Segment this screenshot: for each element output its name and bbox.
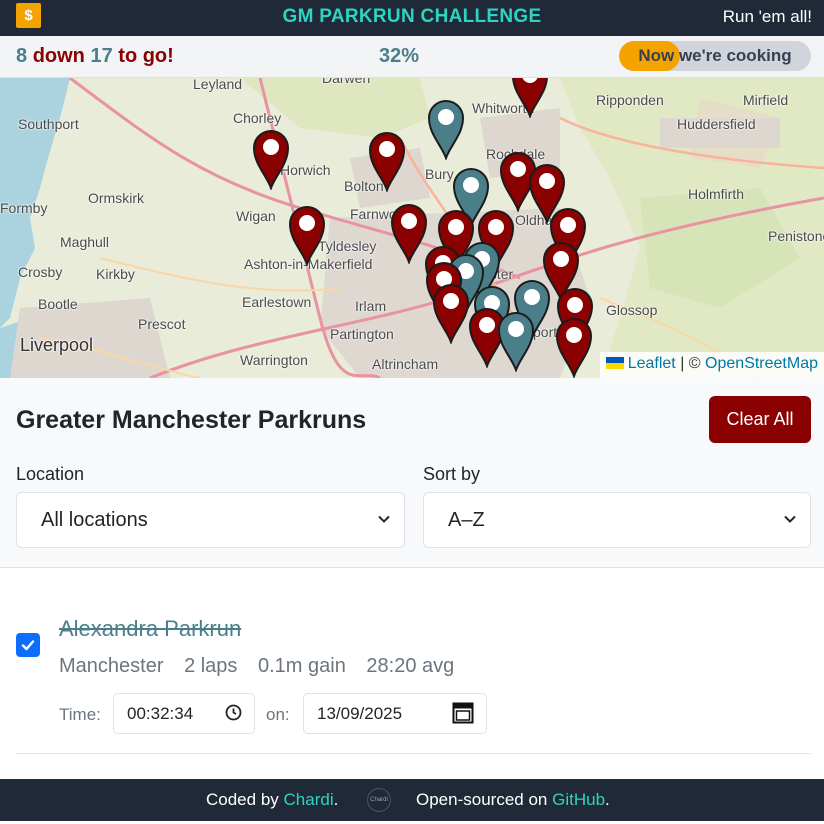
parkrun-avg: 28:20 avg bbox=[366, 655, 455, 677]
visited-parkrun-marker-icon[interactable] bbox=[427, 98, 465, 160]
panel-title: Greater Manchester Parkruns bbox=[16, 406, 367, 434]
place-label: Glossop bbox=[606, 302, 658, 318]
parkrun-marker-icon[interactable] bbox=[511, 78, 549, 118]
list-item: Alexandra Parkrun Manchester 2 laps 0.1m… bbox=[16, 598, 811, 754]
footer-period: . bbox=[333, 790, 339, 809]
place-label: Bury bbox=[425, 166, 454, 182]
app-tagline: Run 'em all! bbox=[722, 7, 812, 26]
date-value: 13/09/2025 bbox=[317, 704, 403, 723]
time-input[interactable]: 00:32:34 bbox=[113, 693, 255, 734]
github-link[interactable]: GitHub bbox=[552, 790, 605, 809]
place-label: Crosby bbox=[18, 264, 63, 280]
filter-panel: Greater Manchester Parkruns Clear All Lo… bbox=[0, 378, 824, 568]
progress-pill: Now we're cooking bbox=[619, 41, 811, 71]
place-label: Tyldesley bbox=[318, 238, 377, 254]
place-label: Southport bbox=[18, 116, 79, 132]
clear-all-button[interactable]: Clear All bbox=[709, 396, 811, 443]
place-label: Huddersfield bbox=[677, 116, 756, 132]
parkrun-marker-icon[interactable] bbox=[252, 128, 290, 190]
parkrun-marker-icon[interactable] bbox=[555, 316, 593, 378]
parkrun-marker-icon[interactable] bbox=[368, 130, 406, 192]
progress-percent: 32% bbox=[379, 45, 420, 67]
place-label: Kirkby bbox=[96, 266, 135, 282]
attribution-separator: | © bbox=[680, 355, 701, 372]
date-input[interactable]: 13/09/2025 bbox=[303, 693, 487, 734]
place-label: Darwen bbox=[322, 78, 371, 86]
author-link[interactable]: Chardi bbox=[284, 790, 334, 809]
parkrun-meta: Manchester 2 laps 0.1m gain 28:20 avg bbox=[59, 655, 469, 678]
parkrun-gain: 0.1m gain bbox=[258, 655, 346, 677]
place-label: Maghull bbox=[60, 234, 110, 250]
place-label: Earlestown bbox=[242, 294, 312, 310]
on-label: on: bbox=[266, 705, 290, 724]
parkrun-laps: 2 laps bbox=[184, 655, 238, 677]
done-count: 8 bbox=[16, 45, 28, 67]
chevron-down-icon bbox=[784, 515, 796, 523]
open-sourced-label: Open-sourced on bbox=[416, 790, 548, 809]
place-label: Partington bbox=[330, 326, 394, 342]
sort-select-value: A–Z bbox=[448, 509, 485, 531]
place-label: Altrincham bbox=[372, 356, 439, 372]
calendar-icon[interactable] bbox=[452, 702, 474, 724]
parkrun-area: Manchester bbox=[59, 655, 164, 677]
chevron-down-icon bbox=[378, 515, 390, 523]
sort-select[interactable]: A–Z bbox=[423, 492, 811, 548]
checkmark-icon bbox=[21, 640, 35, 651]
progress-row: 8 down 17 to go! 32% Now we're cooking bbox=[0, 36, 824, 78]
author-badge-icon[interactable]: Chardi bbox=[367, 788, 391, 812]
down-label: down bbox=[32, 45, 85, 67]
location-select-value: All locations bbox=[41, 509, 148, 531]
parkrun-marker-icon[interactable] bbox=[432, 282, 470, 344]
app-title: GM PARKRUN CHALLENGE bbox=[282, 6, 542, 27]
place-label: Leyland bbox=[193, 78, 243, 92]
leaflet-link[interactable]: Leaflet bbox=[628, 355, 676, 372]
coded-by-label: Coded by bbox=[206, 790, 279, 809]
app-header: $ GM PARKRUN CHALLENGE Run 'em all! bbox=[0, 0, 824, 36]
place-label: Formby bbox=[0, 200, 48, 216]
completed-checkbox[interactable] bbox=[16, 633, 40, 657]
place-label: Holmfirth bbox=[688, 186, 745, 202]
parkrun-marker-icon[interactable] bbox=[390, 202, 428, 264]
to-go-label: to go! bbox=[118, 45, 174, 67]
visited-parkrun-marker-icon[interactable] bbox=[497, 310, 535, 372]
parkrun-name[interactable]: Alexandra Parkrun bbox=[59, 616, 241, 642]
place-label: Prescot bbox=[138, 316, 186, 332]
place-label: Ripponden bbox=[596, 92, 664, 108]
parkrun-marker-icon[interactable] bbox=[288, 204, 326, 266]
time-label: Time: bbox=[59, 705, 101, 724]
open-sourced-text: Open-sourced on GitHub. bbox=[416, 790, 610, 810]
coded-by-text: Coded by Chardi. bbox=[206, 790, 338, 810]
sort-label: Sort by bbox=[423, 464, 481, 484]
footer: Coded by Chardi. Chardi Open-sourced on … bbox=[0, 779, 824, 821]
place-label: Ormskirk bbox=[88, 190, 144, 206]
place-label: Irlam bbox=[355, 298, 387, 314]
ukraine-flag-icon bbox=[605, 357, 624, 369]
place-label: Chorley bbox=[233, 110, 282, 126]
remaining-count: 17 bbox=[90, 45, 113, 67]
place-label: Penistone bbox=[768, 228, 824, 244]
location-select[interactable]: All locations bbox=[16, 492, 405, 548]
progress-pill-text: Now we're cooking bbox=[638, 46, 792, 65]
place-label: Wigan bbox=[236, 208, 276, 224]
map[interactable]: Leyland Darwen Whitworth Ripponden Mirfield H… bbox=[0, 78, 824, 378]
place-label: Warrington bbox=[240, 352, 308, 368]
footer-period: . bbox=[605, 790, 610, 809]
clock-icon[interactable] bbox=[225, 704, 242, 721]
time-value: 00:32:34 bbox=[127, 704, 194, 723]
place-label: Mirfield bbox=[743, 92, 789, 108]
openstreetmap-link[interactable]: OpenStreetMap bbox=[705, 355, 818, 372]
progress-summary: 8 down 17 to go! bbox=[16, 45, 174, 68]
place-label: Bootle bbox=[38, 296, 78, 312]
place-label: Liverpool bbox=[20, 335, 94, 355]
location-label: Location bbox=[16, 464, 85, 484]
map-attribution: Leaflet | © OpenStreetMap bbox=[599, 352, 824, 378]
